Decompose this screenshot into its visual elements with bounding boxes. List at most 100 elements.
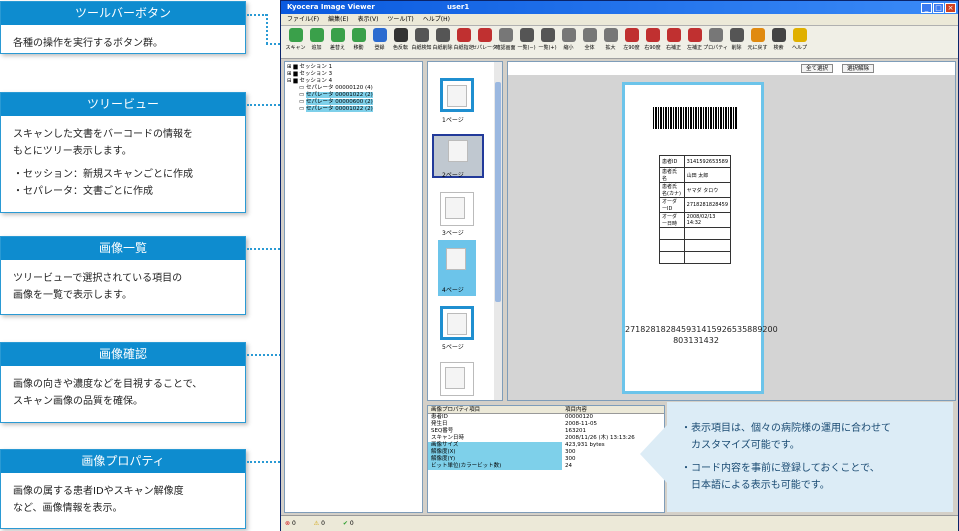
toolbar-button[interactable]: 差替え xyxy=(327,26,348,58)
menu-tools[interactable]: ツール(T) xyxy=(387,14,413,25)
menu-edit[interactable]: 編集(E) xyxy=(328,14,348,25)
toolbar-button[interactable]: 色反転 xyxy=(390,26,411,58)
tree-item[interactable]: ⊞ ▆ セッション 3 xyxy=(287,71,420,78)
warning-count: ⚠ 0 xyxy=(313,520,325,527)
toolbar-button[interactable]: 白紙指定 xyxy=(453,26,474,58)
toolbar-icon xyxy=(708,28,723,42)
tree-view[interactable]: ⊞ ▆ セッション 1 ⊞ ▆ セッション 3 ⊟ ▆ セッション 4 ▭ セパ… xyxy=(284,61,423,513)
toolbar-button[interactable]: 登録 xyxy=(369,26,390,58)
callout-toolbar: ツールバーボタン 各種の操作を実行するボタン群。 xyxy=(0,1,246,54)
ok-count: ✔ 0 xyxy=(342,520,354,527)
thumbnail-scrollbar[interactable] xyxy=(494,62,502,400)
app-title: Kyocera Image Viewer xyxy=(287,3,375,11)
thumbnail[interactable] xyxy=(440,362,474,396)
callout-title: ツリービュー xyxy=(1,93,245,116)
props-value: 300 xyxy=(565,456,576,462)
connector-toolbar xyxy=(247,14,267,16)
props-row: 患者ID 00000120 xyxy=(428,414,664,421)
toolbar-button[interactable]: 全体 xyxy=(579,26,600,58)
toolbar-label: 差替え xyxy=(329,45,345,51)
close-icon[interactable]: × xyxy=(945,2,956,13)
toolbar-button[interactable]: 左補正 xyxy=(684,26,705,58)
toolbar-icon xyxy=(687,28,702,42)
tree-item[interactable]: ⊞ ▆ セッション 1 xyxy=(287,64,420,71)
toolbar-button[interactable]: 削除 xyxy=(726,26,747,58)
menu-view[interactable]: 表示(V) xyxy=(358,14,379,25)
barcode-number-2: 803131432 xyxy=(673,336,719,345)
minimize-icon[interactable]: _ xyxy=(921,2,932,13)
toolbar-icon xyxy=(456,28,471,42)
toolbar-label: 白紙削除 xyxy=(432,45,453,51)
toolbar-icon xyxy=(750,28,765,42)
toolbar-icon xyxy=(435,28,450,42)
toolbar-button[interactable]: セパレータ xyxy=(472,26,497,58)
callout-text: 画像の属する患者IDやスキャン解像度 xyxy=(13,486,184,497)
callout-text: 画像の向きや濃度などを目視することで、 xyxy=(13,379,203,390)
warning-icon: ⚠ xyxy=(313,520,320,527)
tree-item[interactable]: ⊟ ▆ セッション 4 xyxy=(287,78,420,85)
toolbar-button[interactable]: 白紙削除 xyxy=(432,26,453,58)
toolbar-button[interactable]: スキャン xyxy=(285,26,306,58)
toolbar-button[interactable]: プロパティ xyxy=(703,26,728,58)
thumbnail-label: 4ページ xyxy=(442,287,464,294)
thumbnail[interactable] xyxy=(440,192,474,226)
toolbar-button[interactable]: 右補正 xyxy=(663,26,684,58)
callout-text: 画像を一覧で表示します。 xyxy=(13,290,132,301)
toolbar-icon xyxy=(351,28,366,42)
toolbar-icon xyxy=(582,28,597,42)
patient-cell: 山田 太郎 xyxy=(683,167,732,183)
toolbar-label: スキャン xyxy=(285,45,306,51)
barcode-number: 271828182845931415926535889200 xyxy=(625,325,778,334)
patient-cell: ヤマダ タロウ xyxy=(683,182,732,198)
thumbnail-label: 3ページ xyxy=(442,230,464,237)
maximize-icon[interactable]: □ xyxy=(933,2,944,13)
tree-item[interactable]: ▭ セパレータ 00000600 (2) xyxy=(287,99,420,106)
props-row: 解像度(Y) 300 xyxy=(428,456,664,463)
toolbar-button[interactable]: 一覧(+) xyxy=(537,26,558,58)
patient-row xyxy=(659,251,732,264)
toolbar-button[interactable]: 検索 xyxy=(768,26,789,58)
toolbar-button[interactable]: 追加 xyxy=(306,26,327,58)
patient-cell: 患者氏名 xyxy=(659,167,685,183)
toolbar-label: プロパティ xyxy=(703,45,728,51)
menu-file[interactable]: ファイル(F) xyxy=(287,14,319,25)
toolbar-button[interactable]: ヘルプ xyxy=(789,26,810,58)
toolbar-label: 一覧(+) xyxy=(538,45,557,51)
thumbnail-list[interactable]: 1ページ 2ページ 3ページ 4ページ 5ページ xyxy=(427,61,503,401)
connector-toolbar-v xyxy=(266,14,268,44)
tree-item[interactable]: ▭ セパレータ 00000120 (4) xyxy=(287,85,420,92)
callout-text: もとにツリー表示します。 xyxy=(13,146,132,157)
callout-title: 画像確認 xyxy=(1,343,245,366)
toolbar-label: 白紙指定 xyxy=(453,45,474,51)
toolbar-button[interactable]: 左90度 xyxy=(621,26,642,58)
toolbar-button[interactable]: 右90度 xyxy=(642,26,663,58)
callout-title: ツールバーボタン xyxy=(1,2,245,25)
toolbar-button[interactable]: 白紙検知 xyxy=(411,26,432,58)
patient-cell: オーダー日時 xyxy=(659,212,685,228)
image-canvas[interactable]: 患者ID 3141592653589 患者氏名 山田 太郎 患者氏名(カナ) ヤマダ タロ… xyxy=(508,75,955,400)
toolbar-button[interactable]: 拡大 xyxy=(600,26,621,58)
thumbnail-label: 1ページ xyxy=(442,117,464,124)
toolbar-button[interactable]: 元に戻す xyxy=(747,26,768,58)
select-all-button[interactable]: 全て選択 xyxy=(801,64,834,73)
thumbnail[interactable] xyxy=(440,306,474,340)
menu-help[interactable]: ヘルプ(H) xyxy=(423,14,450,25)
tree-item[interactable]: ▭ セパレータ 00001022 (2) xyxy=(287,106,420,113)
toolbar-button[interactable]: 一覧(−) xyxy=(516,26,537,58)
toolbar-button[interactable]: 縮小 xyxy=(558,26,579,58)
callout-text: など、画像情報を表示。 xyxy=(13,503,123,514)
thumbnail[interactable] xyxy=(440,78,474,112)
patient-cell xyxy=(683,239,732,252)
user-name: user1 xyxy=(447,3,470,11)
toolbar-button[interactable]: 移動 xyxy=(348,26,369,58)
tree-item[interactable]: ▭ セパレータ 00001022 (2) xyxy=(287,92,420,99)
props-value: 2008-11-05 xyxy=(565,421,597,427)
deselect-button[interactable]: 選択解除 xyxy=(842,64,875,73)
toolbar-button[interactable]: 確認画面 xyxy=(495,26,516,58)
toolbar-icon xyxy=(288,28,303,42)
toolbar-label: 元に戻す xyxy=(747,45,768,51)
callout-title: 画像一覧 xyxy=(1,237,245,260)
toolbar-icon xyxy=(498,28,513,42)
callout-text: スキャン画像の品質を確保。 xyxy=(13,396,143,407)
patient-row: 患者ID 3141592653589 xyxy=(659,155,732,168)
